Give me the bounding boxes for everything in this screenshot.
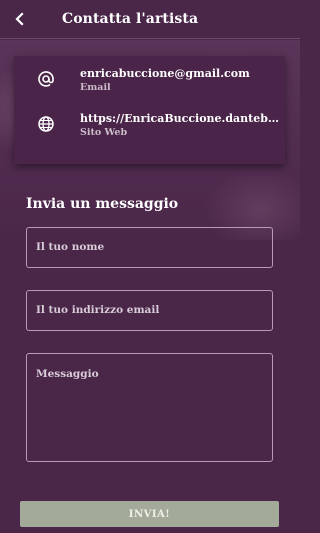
contact-email-row[interactable]: enricabuccione@gmail.com Email (14, 67, 285, 107)
contact-email-label: Email (80, 82, 111, 93)
at-sign-icon (36, 69, 56, 89)
name-input-placeholder: Il tuo nome (36, 241, 105, 253)
message-textarea-placeholder: Messaggio (36, 368, 99, 380)
app-header: Contatta l'artista (0, 0, 300, 39)
message-textarea[interactable]: Messaggio (26, 353, 273, 462)
submit-button[interactable]: INVIA! (20, 501, 279, 527)
email-input-placeholder: Il tuo indirizzo email (36, 304, 160, 316)
contact-email-value[interactable]: enricabuccione@gmail.com (80, 67, 280, 80)
globe-icon (36, 114, 56, 134)
form-title: Invia un messaggio (26, 196, 179, 212)
contact-website-value[interactable]: https://EnricaBuccione.dantebu... (80, 112, 280, 125)
chevron-left-icon (15, 12, 24, 26)
back-button[interactable] (0, 0, 40, 38)
contact-info-card: enricabuccione@gmail.com Email https://E… (14, 56, 285, 164)
page-title: Contatta l'artista (62, 11, 199, 27)
email-input[interactable]: Il tuo indirizzo email (26, 290, 273, 331)
contact-website-row[interactable]: https://EnricaBuccione.dantebu... Sito W… (14, 112, 285, 152)
name-input[interactable]: Il tuo nome (26, 227, 273, 268)
contact-website-label: Sito Web (80, 127, 128, 138)
